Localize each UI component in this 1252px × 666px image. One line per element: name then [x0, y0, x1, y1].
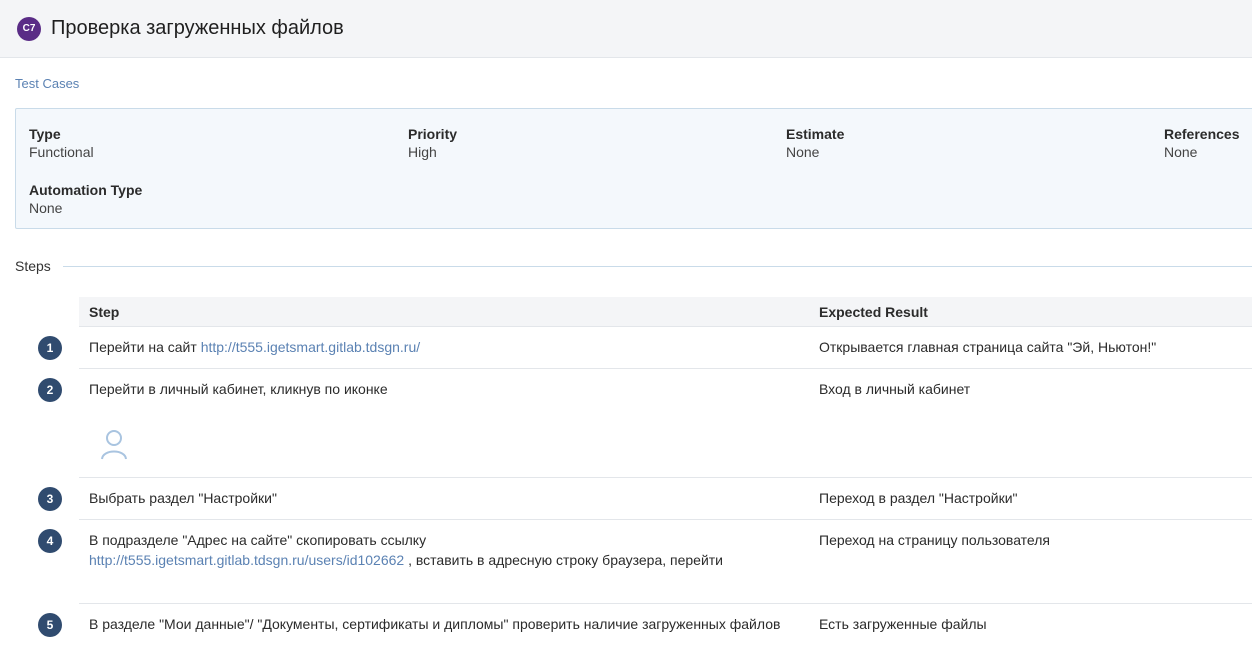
- user-icon: [101, 430, 127, 460]
- step-row-3: 3 Выбрать раздел "Настройки" Переход в р…: [38, 478, 1252, 520]
- steps-table: Step Expected Result 1 Перейти на сайт h…: [38, 297, 1252, 664]
- property-references-label: References: [1164, 126, 1240, 142]
- expected-result-5: Есть загруженные файлы: [819, 616, 987, 632]
- step-1-link[interactable]: http://t555.igetsmart.gitlab.tdsgn.ru/: [201, 339, 420, 355]
- page-header: C7 Проверка загруженных файлов: [0, 0, 1252, 58]
- property-references: References None: [1164, 125, 1240, 161]
- property-estimate-label: Estimate: [786, 126, 845, 142]
- step-text-4-label: В подразделе "Адрес на сайте" скопироват…: [89, 532, 427, 548]
- breadcrumb: Test Cases: [0, 58, 1252, 108]
- case-properties-panel: Type Functional Priority High Estimate N…: [15, 108, 1252, 229]
- property-type-label: Type: [29, 126, 61, 142]
- property-priority: Priority High: [408, 125, 457, 161]
- step-number-4: 4: [38, 529, 62, 553]
- steps-divider: [62, 265, 1252, 267]
- property-automation-type: Automation Type None: [29, 181, 142, 217]
- breadcrumb-test-cases[interactable]: Test Cases: [15, 76, 79, 91]
- steps-title: Steps: [15, 258, 51, 274]
- step-row-1: 1 Перейти на сайт http://t555.igetsmart.…: [38, 327, 1252, 369]
- property-priority-label: Priority: [408, 126, 458, 142]
- step-text-1: Перейти на сайт http://t555.igetsmart.gi…: [89, 337, 789, 357]
- step-4-link[interactable]: http://t555.igetsmart.gitlab.tdsgn.ru/us…: [89, 552, 404, 568]
- step-number-3: 3: [38, 487, 62, 511]
- step-text-4: В подразделе "Адрес на сайте" скопироват…: [89, 530, 789, 570]
- step-text-5: В разделе "Мои данные"/ "Документы, серт…: [89, 616, 781, 632]
- property-estimate-value: None: [786, 144, 820, 160]
- property-automation-type-label: Automation Type: [29, 182, 143, 198]
- property-type: Type Functional: [29, 125, 94, 161]
- property-priority-value: High: [408, 144, 437, 160]
- property-type-value: Functional: [29, 144, 94, 160]
- column-expected-result: Expected Result: [819, 304, 928, 320]
- expected-result-3: Переход в раздел "Настройки": [819, 490, 1018, 506]
- column-step: Step: [89, 304, 120, 320]
- step-text-4-suffix: , вставить в адресную строку браузера, п…: [404, 552, 724, 568]
- property-automation-type-value: None: [29, 200, 63, 216]
- step-text-1-label: Перейти на сайт: [89, 339, 201, 355]
- step-row-5: 5 В разделе "Мои данные"/ "Документы, се…: [38, 604, 1252, 664]
- expected-result-2: Вход в личный кабинет: [819, 381, 971, 397]
- expected-result-4: Переход на страницу пользователя: [819, 532, 1050, 548]
- steps-table-header: Step Expected Result: [79, 297, 1252, 327]
- case-id-badge: C7: [17, 16, 41, 41]
- step-row-2: 2 Перейти в личный кабинет, кликнув по и…: [38, 369, 1252, 478]
- step-number-1: 1: [38, 336, 62, 360]
- property-references-value: None: [1164, 144, 1198, 160]
- step-number-2: 2: [38, 378, 62, 402]
- steps-section-header: Steps: [15, 258, 1252, 274]
- expected-result-1: Открывается главная страница сайта "Эй, …: [819, 339, 1157, 355]
- step-text-2: Перейти в личный кабинет, кликнув по ико…: [89, 381, 388, 397]
- page-title: Проверка загруженных файлов: [51, 17, 344, 39]
- step-text-3: Выбрать раздел "Настройки": [89, 490, 277, 506]
- property-estimate: Estimate None: [786, 125, 844, 161]
- step-row-4: 4 В подразделе "Адрес на сайте" скопиров…: [38, 520, 1252, 604]
- step-number-5: 5: [38, 613, 62, 637]
